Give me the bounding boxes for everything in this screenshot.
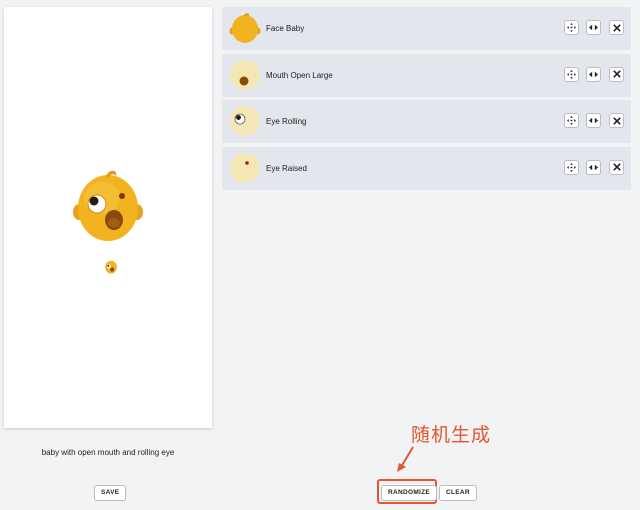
layer-label: Mouth Open Large xyxy=(266,70,333,80)
layer-label: Eye Rolling xyxy=(266,117,307,126)
layer-row-face-baby[interactable]: Face Baby xyxy=(222,7,631,50)
layer-label: Face Baby xyxy=(266,24,305,33)
save-button[interactable]: SAVE xyxy=(94,485,127,501)
move-icon[interactable] xyxy=(564,66,579,82)
annotation-label: 随机生成 xyxy=(411,424,492,446)
mouth-open-large-icon xyxy=(230,59,260,90)
clear-button[interactable]: CLEAR xyxy=(439,485,477,501)
delete-icon[interactable] xyxy=(609,113,624,128)
emoji-preview-small xyxy=(105,260,117,274)
face-baby-icon xyxy=(229,13,261,43)
layer-label: Eye Raised xyxy=(266,163,307,173)
delete-icon[interactable] xyxy=(609,66,624,82)
eye-rolling-icon xyxy=(230,106,260,136)
layer-list: Face Baby Mouth Open Large Eye Rolling E… xyxy=(222,7,631,193)
layer-row-eye-rolling[interactable]: Eye Rolling xyxy=(222,100,631,143)
move-icon[interactable] xyxy=(564,159,579,175)
delete-icon[interactable] xyxy=(609,20,624,35)
move-icon[interactable] xyxy=(564,113,579,128)
move-icon[interactable] xyxy=(564,20,579,35)
annotation-arrow-icon xyxy=(397,446,414,472)
emoji-caption: baby with open mouth and rolling eye xyxy=(41,448,175,457)
layer-row-mouth-open-large[interactable]: Mouth Open Large xyxy=(222,53,631,97)
layer-row-eye-raised[interactable]: Eye Raised xyxy=(222,146,631,190)
emoji-canvas xyxy=(4,7,212,428)
flip-horizontal-icon[interactable] xyxy=(586,20,601,35)
delete-icon[interactable] xyxy=(609,159,624,175)
flip-horizontal-icon[interactable] xyxy=(586,66,601,82)
flip-horizontal-icon[interactable] xyxy=(586,113,601,128)
flip-horizontal-icon[interactable] xyxy=(586,159,601,175)
eye-raised-icon xyxy=(230,152,260,183)
randomize-button[interactable]: RANDOMIZE xyxy=(381,485,438,501)
emoji-preview-large xyxy=(73,170,143,241)
